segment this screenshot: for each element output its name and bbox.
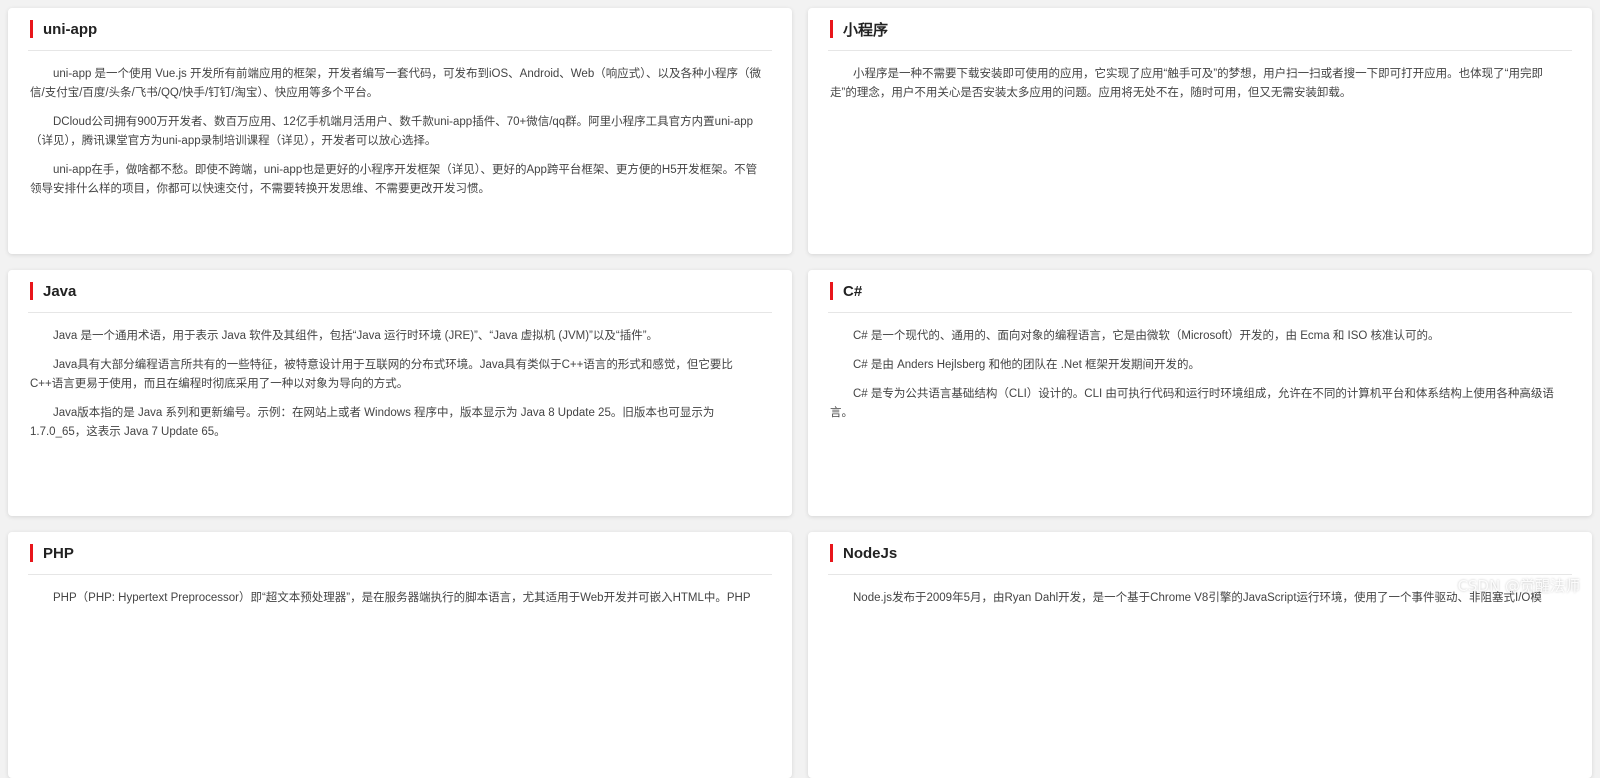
card-grid: uni-app uni-app 是一个使用 Vue.js 开发所有前端应用的框架，…: [8, 8, 1592, 778]
card-paragraph: Java具有大部分编程语言所共有的一些特征，被特意设计用于互联网的分布式环境。J…: [30, 359, 733, 390]
card-body: C# 是一个现代的、通用的、面向对象的编程语言，它是由微软（Microsoft）…: [828, 313, 1572, 423]
card-header: 小程序: [828, 8, 1572, 51]
csdn-watermark: CSDN @觉醒法师: [1457, 577, 1580, 595]
accent-bar: [830, 544, 833, 562]
card-title: PHP: [43, 544, 74, 562]
info-card: NodeJs Node.js发布于2009年5月，由Ryan Dahl开发，是一个…: [808, 532, 1592, 778]
card-title: NodeJs: [843, 544, 898, 562]
card-paragraph: C# 是由 Anders Hejlsberg 和他的团队在 .Net 框架开发期…: [853, 359, 1200, 371]
accent-bar: [830, 20, 833, 38]
card-paragraph: Java 是一个通用术语，用于表示 Java 软件及其组件，包括“Java 运行…: [53, 330, 659, 342]
card-paragraph: Java版本指的是 Java 系列和更新编号。示例：在网站上或者 Windows…: [30, 407, 715, 438]
info-card: 小程序小程序是一种不需要下载安装即可使用的应用，它实现了应用“触手可及”的梦想，…: [808, 8, 1592, 254]
card-body: PHP（PHP: Hypertext Preprocessor）即“超文本预处理…: [28, 575, 772, 608]
card-body: Java 是一个通用术语，用于表示 Java 软件及其组件，包括“Java 运行…: [28, 313, 772, 442]
card-paragraph: uni-app 是一个使用 Vue.js 开发所有前端应用的框架，开发者编写一套…: [30, 68, 761, 99]
card-paragraph: DCloud公司拥有900万开发者、数百万应用、12亿手机端月活用户、数千款un…: [30, 116, 754, 147]
info-card: uni-app uni-app 是一个使用 Vue.js 开发所有前端应用的框架，…: [8, 8, 792, 254]
card-paragraph: C# 是一个现代的、通用的、面向对象的编程语言，它是由微软（Microsoft）…: [853, 330, 1440, 342]
card-header: C#: [828, 270, 1572, 313]
card-header: uni-app: [28, 8, 772, 51]
card-paragraph: Node.js发布于2009年5月，由Ryan Dahl开发，是一个基于Chro…: [853, 592, 1542, 604]
card-header: NodeJs: [828, 532, 1572, 575]
card-paragraph: uni-app在手，做啥都不愁。即使不跨端，uni-app也是更好的小程序开发框…: [30, 164, 758, 195]
info-card: PHP PHP（PHP: Hypertext Preprocessor）即“超文本…: [8, 532, 792, 778]
card-title: 小程序: [843, 21, 889, 39]
accent-bar: [30, 20, 33, 38]
card-body: 小程序是一种不需要下载安装即可使用的应用，它实现了应用“触手可及”的梦想，用户扫…: [828, 51, 1572, 103]
card-title: Java: [43, 282, 77, 300]
accent-bar: [30, 544, 33, 562]
card-paragraph: PHP（PHP: Hypertext Preprocessor）即“超文本预处理…: [53, 592, 751, 604]
card-paragraph: 小程序是一种不需要下载安装即可使用的应用，它实现了应用“触手可及”的梦想，用户扫…: [830, 68, 1543, 99]
accent-bar: [30, 282, 33, 300]
card-paragraph: C# 是专为公共语言基础结构（CLI）设计的。CLI 由可执行代码和运行时环境组…: [830, 388, 1554, 419]
info-card: C# C# 是一个现代的、通用的、面向对象的编程语言，它是由微软（Microsof…: [808, 270, 1592, 516]
accent-bar: [830, 282, 833, 300]
card-title: C#: [843, 282, 863, 300]
card-body: uni-app 是一个使用 Vue.js 开发所有前端应用的框架，开发者编写一套…: [28, 51, 772, 199]
card-header: PHP: [28, 532, 772, 575]
card-header: Java: [28, 270, 772, 313]
info-card: Java Java 是一个通用术语，用于表示 Java 软件及其组件，包括“Jav…: [8, 270, 792, 516]
card-title: uni-app: [43, 20, 98, 38]
